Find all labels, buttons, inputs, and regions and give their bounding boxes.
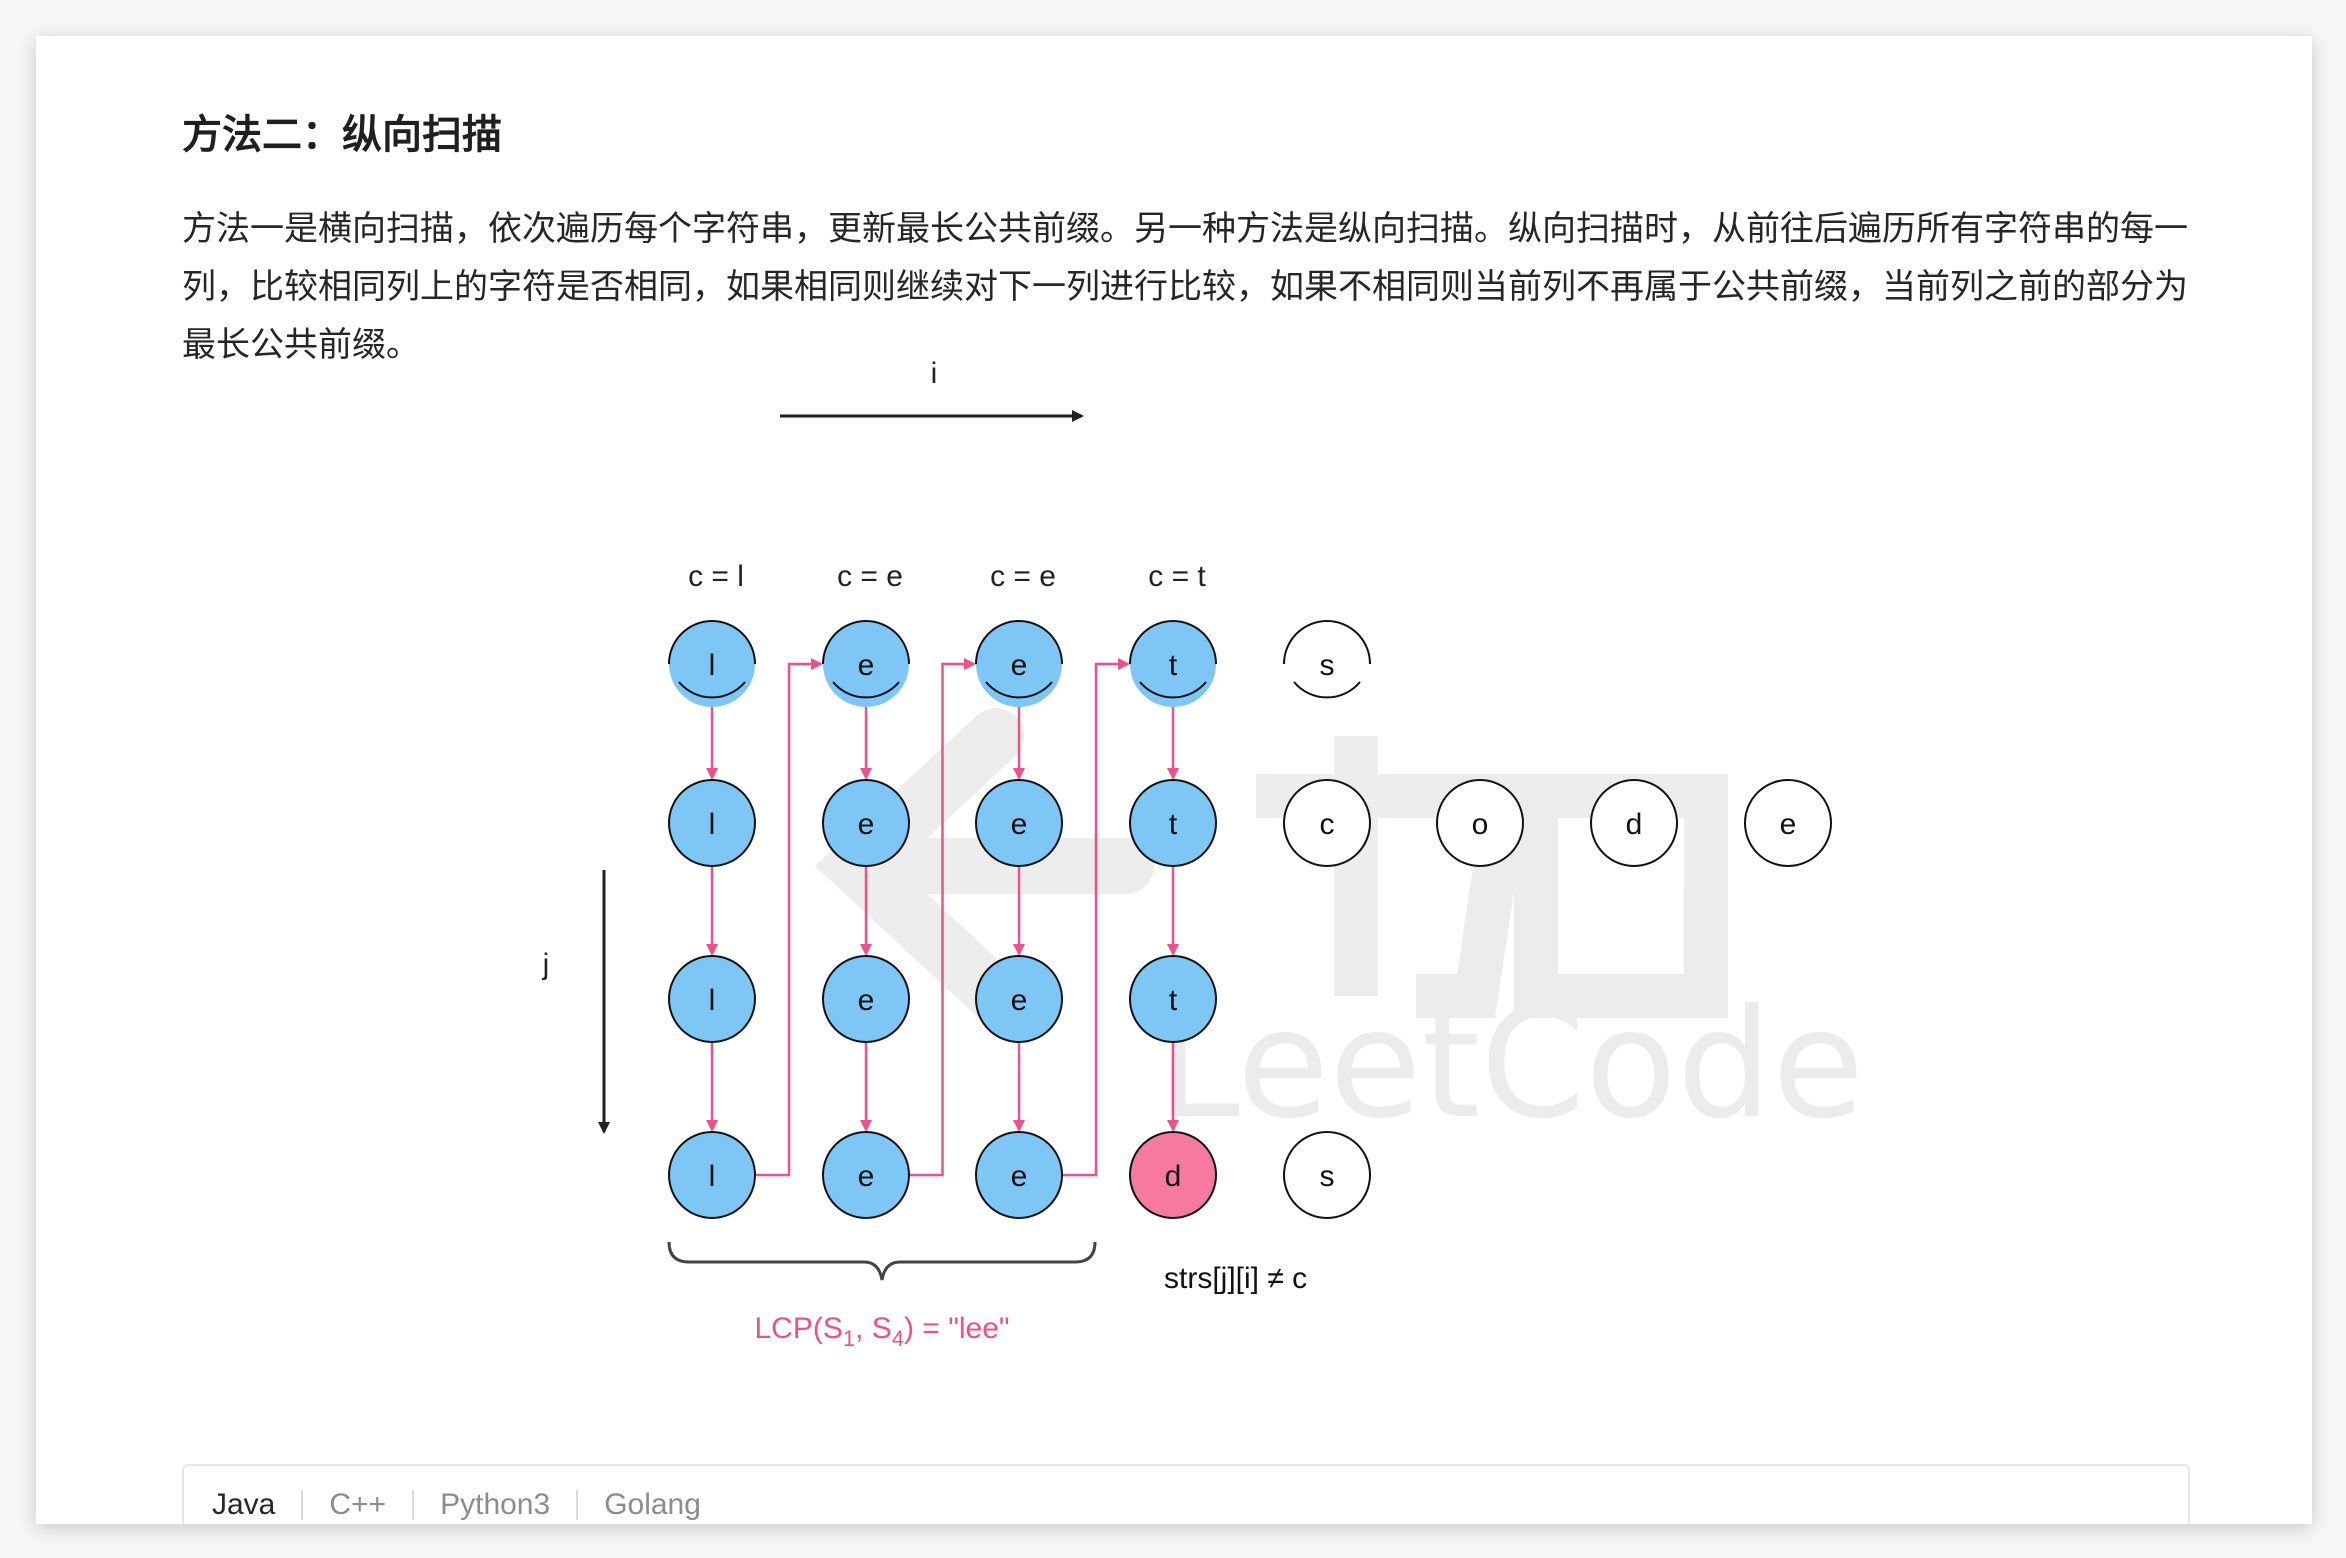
- column-label: c = e: [837, 560, 903, 593]
- j-axis-label: j: [542, 948, 550, 981]
- char-label: e: [1011, 808, 1028, 841]
- char-node: l: [668, 955, 756, 1043]
- char-label: d: [1626, 808, 1643, 841]
- char-node: l: [668, 1131, 756, 1219]
- column-label: c = e: [990, 560, 1056, 593]
- char-label: e: [1011, 649, 1028, 682]
- char-node: e: [822, 620, 910, 707]
- char-label: l: [709, 1160, 716, 1193]
- char-label: o: [1472, 808, 1489, 841]
- char-node: d: [1129, 1131, 1217, 1219]
- char-node: s: [1283, 1131, 1371, 1219]
- lcp-brace: [667, 1241, 1097, 1281]
- char-label: e: [858, 984, 875, 1017]
- char-label: l: [709, 649, 716, 682]
- article-card: 方法二：纵向扫描 方法一是横向扫描，依次遍历每个字符串，更新最长公共前缀。另一种…: [36, 36, 2312, 1524]
- tab-separator: [576, 1490, 579, 1520]
- char-label: c: [1320, 808, 1335, 841]
- char-node: e: [975, 1131, 1063, 1219]
- char-label: s: [1320, 1160, 1335, 1193]
- column-label: c = l: [688, 560, 744, 593]
- char-node: e: [975, 620, 1063, 707]
- tab-cpp[interactable]: C++: [329, 1488, 386, 1522]
- char-label: e: [1780, 808, 1797, 841]
- char-label: l: [709, 808, 716, 841]
- char-node: t: [1129, 955, 1217, 1043]
- char-node: e: [975, 955, 1063, 1043]
- char-label: e: [858, 1160, 875, 1193]
- tab-golang[interactable]: Golang: [604, 1488, 701, 1522]
- code-language-tabs: Java C++ Python3 Golang: [182, 1464, 2190, 1524]
- char-node: d: [1590, 779, 1678, 867]
- vertical-scan-diagram: LeetCode i j c = l c = e c = e c = t l e e t s l…: [542, 357, 1865, 1351]
- char-node: t: [1129, 779, 1217, 867]
- tab-separator: [301, 1490, 304, 1520]
- char-node: l: [668, 779, 756, 867]
- char-node: t: [1129, 620, 1217, 707]
- tab-java[interactable]: Java: [212, 1488, 275, 1522]
- next-column-arrow: [1062, 658, 1130, 1177]
- i-axis-label: i: [931, 357, 938, 390]
- char-label: t: [1169, 984, 1178, 1017]
- char-node: c: [1283, 779, 1371, 867]
- char-label: l: [709, 984, 716, 1017]
- char-label: s: [1320, 649, 1335, 682]
- char-node: e: [822, 779, 910, 867]
- char-label: t: [1169, 808, 1178, 841]
- char-node: e: [822, 955, 910, 1043]
- char-node: s: [1283, 620, 1371, 707]
- tab-separator: [412, 1490, 415, 1520]
- char-label: d: [1165, 1160, 1182, 1193]
- char-label: t: [1169, 649, 1178, 682]
- next-column-arrow: [755, 658, 823, 1177]
- char-node: e: [822, 1131, 910, 1219]
- tab-python3[interactable]: Python3: [440, 1488, 550, 1522]
- mismatch-condition: strs[j][i] ≠ c: [1164, 1262, 1307, 1295]
- char-label: e: [1011, 984, 1028, 1017]
- lcp-result: LCP(S1, S4) = "lee": [754, 1312, 1009, 1351]
- char-node: l: [668, 620, 756, 707]
- column-label: c = t: [1148, 560, 1206, 593]
- char-node: e: [1744, 779, 1832, 867]
- char-node: o: [1436, 779, 1524, 867]
- char-label: e: [858, 649, 875, 682]
- watermark-text: LeetCode: [1156, 978, 1864, 1152]
- char-label: e: [1011, 1160, 1028, 1193]
- char-node: e: [975, 779, 1063, 867]
- char-label: e: [858, 808, 875, 841]
